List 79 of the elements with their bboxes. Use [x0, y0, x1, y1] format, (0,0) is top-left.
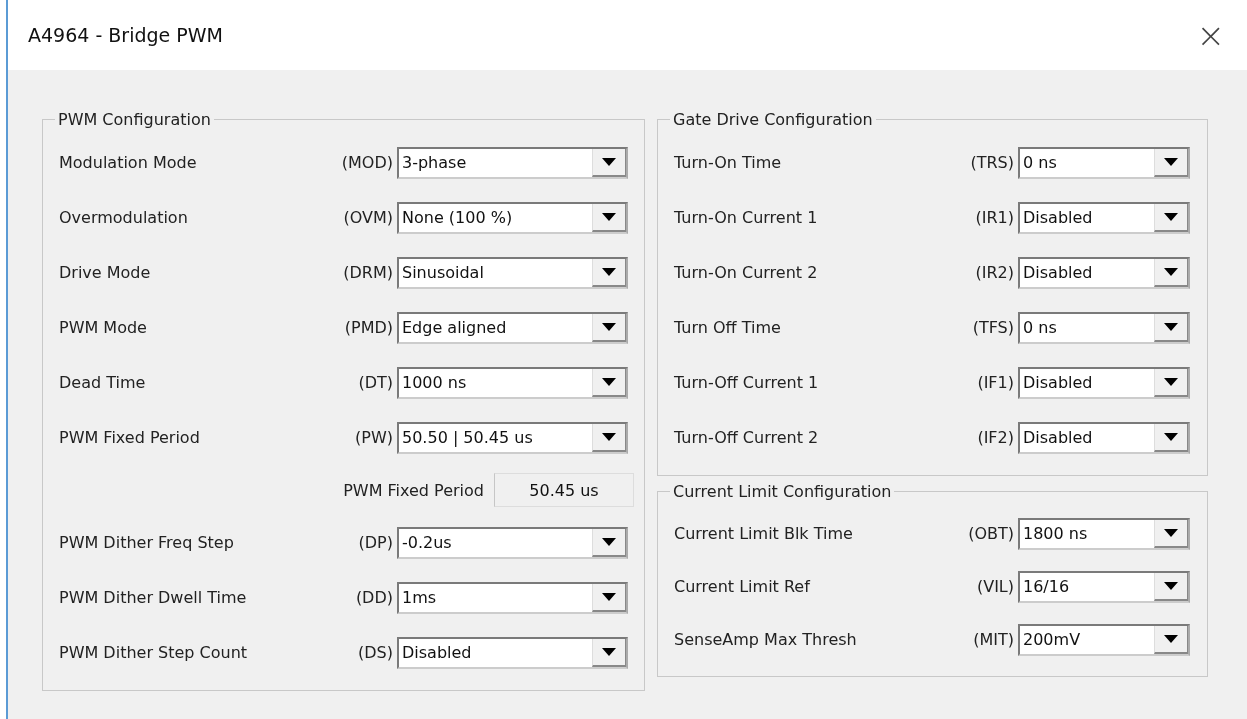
caret-icon: [602, 647, 616, 656]
field-label: PWM Dither Freq Step: [59, 533, 235, 552]
register-code: (MOD): [340, 153, 394, 172]
field-label: Dead Time: [59, 373, 147, 392]
register-code: (OBT): [967, 524, 1015, 543]
register-code: (PMD): [343, 318, 394, 337]
dropdown[interactable]: None (100 %): [397, 201, 628, 234]
field-label: Turn-On Current 1: [674, 208, 819, 227]
close-button[interactable]: ×: [1190, 18, 1231, 52]
dropdown[interactable]: 16/16: [1018, 570, 1190, 603]
register-code: (IR1): [974, 208, 1015, 227]
register-code: (DT): [357, 373, 394, 392]
field-label: PWM Dither Dwell Time: [59, 588, 248, 607]
field-label: PWM Dither Step Count: [59, 643, 249, 662]
readout-label: PWM Fixed Period: [343, 480, 484, 500]
caret-icon: [1164, 634, 1178, 643]
group-title: Gate Drive Configuration: [672, 110, 874, 129]
caret-icon: [602, 157, 616, 166]
caret-icon: [1164, 528, 1178, 537]
group-title: PWM Configuration: [57, 110, 212, 129]
caret-icon: [1164, 322, 1178, 331]
caret-icon: [602, 267, 616, 276]
caret-icon: [602, 377, 616, 386]
register-code: (TFS): [971, 318, 1015, 337]
caret-icon: [602, 592, 616, 601]
caret-icon: [1164, 432, 1178, 441]
caret-icon: [1164, 212, 1178, 221]
dropdown[interactable]: Sinusoidal: [397, 256, 628, 289]
caret-icon: [602, 537, 616, 546]
dropdown[interactable]: Disabled: [1018, 256, 1190, 289]
field-label: Modulation Mode: [59, 153, 198, 172]
dropdown[interactable]: Edge aligned: [397, 311, 628, 344]
dropdown[interactable]: Disabled: [1018, 421, 1190, 454]
group-title: Current Limit Configuration: [672, 482, 893, 501]
register-code: (VIL): [975, 577, 1015, 596]
dropdown[interactable]: 1800 ns: [1018, 517, 1190, 550]
readout-value: 50.45 us: [494, 473, 634, 507]
field-label: Turn-On Current 2: [674, 263, 819, 282]
dropdown[interactable]: Disabled: [397, 636, 628, 669]
field-label: Overmodulation: [59, 208, 189, 227]
register-code: (DP): [357, 533, 394, 552]
register-code: (IF2): [976, 428, 1015, 447]
register-code: (TRS): [969, 153, 1015, 172]
field-label: SenseAmp Max Thresh: [674, 630, 858, 649]
register-code: (MIT): [972, 630, 1015, 649]
register-code: (PW): [354, 428, 394, 447]
dropdown[interactable]: Disabled: [1018, 366, 1190, 399]
dropdown[interactable]: 3-phase: [397, 146, 628, 179]
register-code: (IF1): [976, 373, 1015, 392]
caret-icon: [1164, 157, 1178, 166]
field-label: Turn-Off Current 1: [674, 373, 820, 392]
field-label: PWM Mode: [59, 318, 148, 337]
dropdown[interactable]: 0 ns: [1018, 146, 1190, 179]
field-label: Turn Off Time: [674, 318, 782, 337]
field-label: Turn-On Time: [674, 153, 783, 172]
dropdown[interactable]: Disabled: [1018, 201, 1190, 234]
dropdown[interactable]: 200mV: [1018, 623, 1190, 656]
register-code: (OVM): [342, 208, 394, 227]
window-title: A4964 - Bridge PWM: [28, 24, 223, 46]
caret-icon: [1164, 581, 1178, 590]
caret-icon: [602, 432, 616, 441]
field-label: Current Limit Blk Time: [674, 524, 854, 543]
dropdown[interactable]: -0.2us: [397, 526, 628, 559]
register-code: (DD): [354, 588, 394, 607]
dropdown[interactable]: 0 ns: [1018, 311, 1190, 344]
caret-icon: [1164, 377, 1178, 386]
register-code: (DRM): [342, 263, 394, 282]
register-code: (IR2): [974, 263, 1015, 282]
caret-icon: [602, 322, 616, 331]
field-label: Current Limit Ref: [674, 577, 812, 596]
field-label: PWM Fixed Period: [59, 428, 201, 447]
caret-icon: [602, 212, 616, 221]
field-label: Turn-Off Current 2: [674, 428, 820, 447]
field-label: Drive Mode: [59, 263, 152, 282]
dropdown[interactable]: 1000 ns: [397, 366, 628, 399]
dropdown[interactable]: 50.50 | 50.45 us: [397, 421, 628, 454]
dropdown[interactable]: 1ms: [397, 581, 628, 614]
register-code: (DS): [357, 643, 394, 662]
caret-icon: [1164, 267, 1178, 276]
